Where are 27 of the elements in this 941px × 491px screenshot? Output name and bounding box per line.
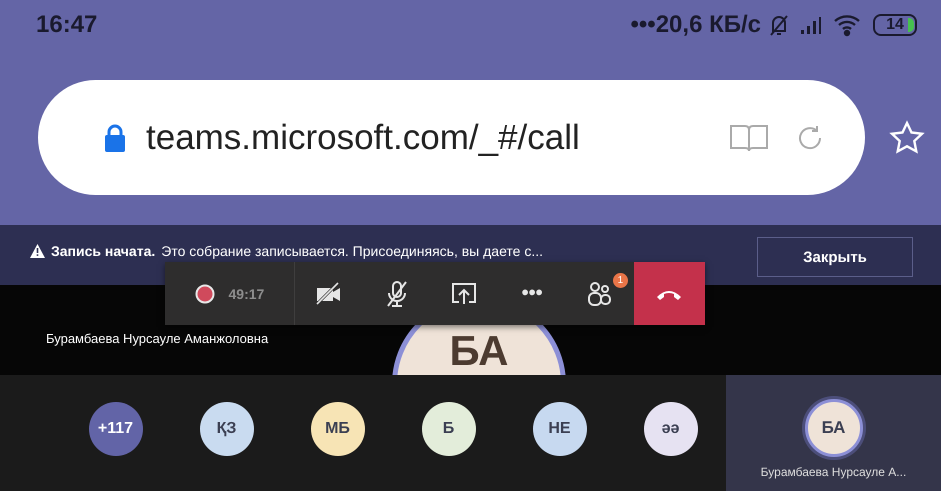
participant-avatar: БА [804,399,862,457]
participant-name: Бурамбаева Нурсауле А... [760,465,906,479]
network-speed: •••20,6 КБ/с [630,11,761,39]
participant-name: Бурамбаева Нурсауле Аманжоловна [46,331,268,346]
call-timer: 49:17 [228,286,264,302]
participant-avatar[interactable]: НЕ [532,402,586,456]
share-screen-icon [450,280,478,306]
more-button[interactable]: ••• [498,262,566,325]
warning-icon [30,244,45,258]
participant-avatar[interactable]: Б [422,402,476,456]
participant-avatar[interactable]: ҚЗ [200,402,254,456]
url-text: teams.microsoft.com/_#/call [146,118,581,158]
battery-indicator: 14 [873,14,917,36]
mic-off-icon [384,280,408,308]
participant-avatar[interactable]: МБ [310,402,364,456]
close-button[interactable]: Закрыть [757,237,913,277]
star-icon[interactable] [889,120,925,156]
status-time: 16:47 [36,11,98,39]
lock-icon [104,122,126,152]
recording-notice: Запись начата. Это собрание записывается. Присоединяясь, вы даете с... [30,243,543,259]
record-icon [194,284,214,304]
participant-avatar[interactable]: +117 [88,402,142,456]
notification-badge: 1 [612,272,628,288]
bell-off-icon [769,13,789,37]
signal-icon [799,15,823,35]
participant-avatar[interactable]: əə [644,402,698,456]
self-tile[interactable]: БА Бурамбаева Нурсауле А... [726,375,941,491]
